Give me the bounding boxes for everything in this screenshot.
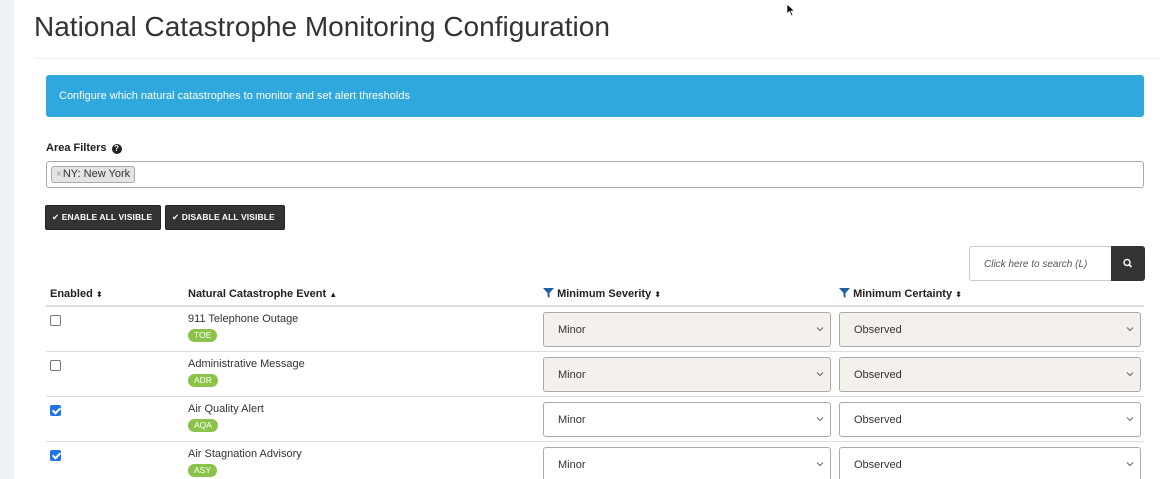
- check-icon: ✔: [52, 212, 60, 222]
- area-filters-label: Area Filters ?: [46, 142, 122, 154]
- page-container: National Catastrophe Monitoring Configur…: [14, 0, 1160, 479]
- severity-select[interactable]: Minor: [543, 357, 831, 392]
- chevron-down-icon: [1126, 462, 1134, 467]
- severity-value: Minor: [558, 369, 586, 381]
- severity-select[interactable]: Minor: [543, 447, 831, 479]
- certainty-select[interactable]: Observed: [839, 357, 1141, 392]
- chevron-down-icon: [816, 462, 824, 467]
- certainty-value: Observed: [854, 324, 902, 336]
- filter-icon[interactable]: [839, 288, 850, 298]
- chevron-down-icon: [816, 417, 824, 422]
- header-event-label: Natural Catastrophe Event: [188, 288, 327, 300]
- header-severity-label: Minimum Severity: [557, 288, 652, 300]
- header-certainty-label: Minimum Certainty: [853, 288, 953, 300]
- filter-chip-label: NY: New York: [62, 168, 131, 180]
- filter-chip: ×NY: New York: [51, 166, 136, 183]
- chip-remove-icon[interactable]: ×: [56, 169, 62, 180]
- event-code-badge: AQA: [188, 419, 218, 432]
- event-name: Air Stagnation Advisory: [188, 448, 302, 460]
- certainty-value: Observed: [854, 414, 902, 426]
- chevron-down-icon: [1126, 372, 1134, 377]
- sort-icon: ⬍: [955, 290, 962, 299]
- row-divider: [46, 351, 1144, 352]
- row-enabled-checkbox[interactable]: [50, 405, 61, 416]
- event-name: Air Quality Alert: [188, 403, 264, 415]
- row-divider: [46, 396, 1144, 397]
- check-icon: ✔: [172, 212, 180, 222]
- header-enabled-label: Enabled: [50, 288, 93, 300]
- severity-value: Minor: [558, 414, 586, 426]
- mouse-cursor-icon: [786, 3, 796, 17]
- certainty-select[interactable]: Observed: [839, 402, 1141, 437]
- search-input[interactable]: Click here to search (L): [969, 246, 1111, 281]
- sort-icon: ⬍: [95, 290, 103, 299]
- chevron-down-icon: [816, 372, 824, 377]
- sort-icon: ⬍: [654, 290, 661, 299]
- severity-select[interactable]: Minor: [543, 312, 831, 347]
- column-header-event[interactable]: Natural Catastrophe Event ▲: [188, 288, 337, 300]
- event-name: 911 Telephone Outage: [188, 313, 299, 325]
- sort-asc-icon: ▲: [329, 290, 338, 299]
- chevron-down-icon: [1126, 327, 1134, 332]
- severity-value: Minor: [558, 324, 586, 336]
- certainty-select[interactable]: Observed: [839, 312, 1141, 347]
- page-title: National Catastrophe Monitoring Configur…: [34, 11, 610, 42]
- severity-value: Minor: [558, 459, 586, 471]
- row-enabled-checkbox[interactable]: [50, 450, 61, 461]
- column-header-severity[interactable]: Minimum Severity ⬍: [543, 288, 661, 300]
- title-divider: [34, 58, 1160, 59]
- certainty-value: Observed: [854, 459, 902, 471]
- area-filter-input[interactable]: ×NY: New York: [46, 161, 1144, 188]
- header-divider: [46, 305, 1144, 307]
- area-filters-label-text: Area Filters: [46, 142, 107, 154]
- search-button[interactable]: [1111, 246, 1145, 281]
- event-code-badge: ASY: [188, 464, 218, 477]
- filter-icon[interactable]: [543, 288, 554, 298]
- question-circle-icon[interactable]: ?: [111, 144, 122, 154]
- event-code-badge: ADR: [188, 374, 218, 387]
- certainty-value: Observed: [854, 369, 902, 381]
- disable-all-label: DISABLE ALL VISIBLE: [181, 212, 275, 222]
- severity-select[interactable]: Minor: [543, 402, 831, 437]
- chevron-down-icon: [1126, 417, 1134, 422]
- column-header-certainty[interactable]: Minimum Certainty ⬍: [839, 288, 962, 300]
- row-divider: [46, 441, 1144, 442]
- enable-all-label: ENABLE ALL VISIBLE: [61, 212, 153, 222]
- column-header-enabled[interactable]: Enabled ⬍: [50, 288, 103, 300]
- certainty-select[interactable]: Observed: [839, 447, 1141, 479]
- row-enabled-checkbox[interactable]: [50, 360, 61, 371]
- disable-all-visible-button[interactable]: ✔ DISABLE ALL VISIBLE: [165, 205, 285, 230]
- event-code-badge: TOE: [188, 329, 218, 342]
- event-name: Administrative Message: [188, 358, 305, 370]
- row-enabled-checkbox[interactable]: [50, 315, 61, 326]
- chevron-down-icon: [816, 327, 824, 332]
- enable-all-visible-button[interactable]: ✔ ENABLE ALL VISIBLE: [45, 205, 161, 230]
- search-icon: [1123, 258, 1133, 268]
- info-banner: Configure which natural catastrophes to …: [46, 75, 1144, 117]
